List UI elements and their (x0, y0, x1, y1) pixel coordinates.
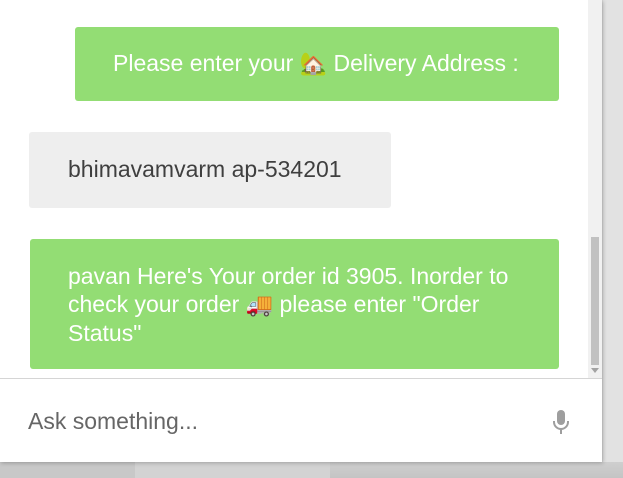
scroll-down-arrow-icon[interactable] (591, 368, 599, 373)
background-block (135, 462, 330, 478)
ask-input[interactable] (14, 401, 548, 441)
delivery-truck-icon: 🚚 (245, 292, 274, 317)
house-with-garden-icon: 🏡 (299, 51, 328, 76)
message-text: bhimavamvarm ap-534201 (68, 156, 342, 182)
input-bar (0, 378, 602, 462)
user-message: bhimavamvarm ap-534201 (29, 132, 391, 208)
background-block (0, 462, 135, 478)
message-scrollbar[interactable] (588, 0, 602, 378)
chat-window: Please enter your 🏡 Delivery Address : b… (0, 0, 602, 462)
message-text: Delivery Address : (327, 50, 519, 76)
message-list: Please enter your 🏡 Delivery Address : b… (0, 0, 588, 378)
scrollbar-thumb[interactable] (591, 237, 599, 365)
microphone-icon[interactable] (551, 409, 571, 437)
message-text: Please enter your (113, 50, 300, 76)
bot-message: pavan Here's Your order id 3905. Inorder… (30, 239, 559, 369)
bot-message: Please enter your 🏡 Delivery Address : (75, 27, 559, 101)
background-right (603, 0, 623, 478)
